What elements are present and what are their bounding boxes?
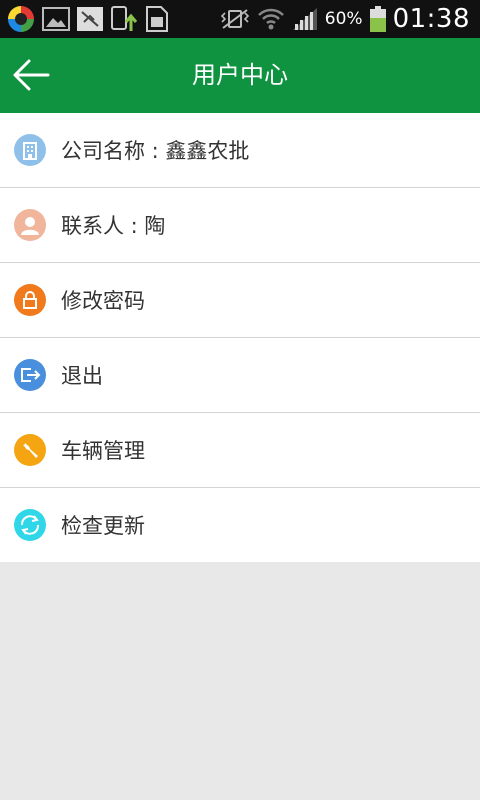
status-bar: 60% 01:38 <box>0 0 480 38</box>
menu-item-vehicle-management[interactable]: 车辆管理 <box>0 413 480 488</box>
back-arrow-icon <box>13 59 50 91</box>
sim-card-icon <box>146 6 168 32</box>
gallery-icon <box>42 7 70 31</box>
title-bar: 用户中心 <box>0 38 480 113</box>
refresh-icon <box>14 509 46 541</box>
menu-item-label: 车辆管理 <box>61 439 145 463</box>
person-icon <box>14 209 46 241</box>
menu-item-label: 联系人 : 陶 <box>61 214 166 238</box>
menu-item-label: 检查更新 <box>61 514 145 538</box>
vibrate-icon <box>220 9 249 29</box>
user-menu-list: 公司名称 : 鑫鑫农批 联系人 : 陶 修改密码 退出 车辆管理 检查更新 <box>0 113 480 562</box>
battery-percent: 60% <box>324 9 363 29</box>
menu-item-change-password[interactable]: 修改密码 <box>0 263 480 338</box>
menu-item-label: 公司名称 : 鑫鑫农批 <box>61 139 250 163</box>
lock-icon <box>14 284 46 316</box>
clock: 01:38 <box>392 4 470 34</box>
signal-icon <box>292 8 317 30</box>
page-title: 用户中心 <box>192 61 288 89</box>
menu-item-logout[interactable]: 退出 <box>0 338 480 413</box>
app-logo-icon <box>8 6 34 32</box>
notification-icons <box>6 4 170 34</box>
battery-icon <box>369 6 386 32</box>
menu-item-company-name: 公司名称 : 鑫鑫农批 <box>0 113 480 188</box>
muted-usb-icon <box>77 7 103 31</box>
back-button[interactable] <box>12 58 52 92</box>
logout-icon <box>14 359 46 391</box>
wifi-icon <box>257 8 284 30</box>
system-indicators: 60% 01:38 <box>219 2 470 36</box>
menu-item-check-update[interactable]: 检查更新 <box>0 488 480 562</box>
menu-item-contact: 联系人 : 陶 <box>0 188 480 263</box>
wrench-icon <box>14 434 46 466</box>
building-icon <box>14 134 46 166</box>
menu-item-label: 修改密码 <box>61 289 145 313</box>
menu-item-label: 退出 <box>61 364 103 388</box>
phone-upload-icon <box>111 6 138 31</box>
